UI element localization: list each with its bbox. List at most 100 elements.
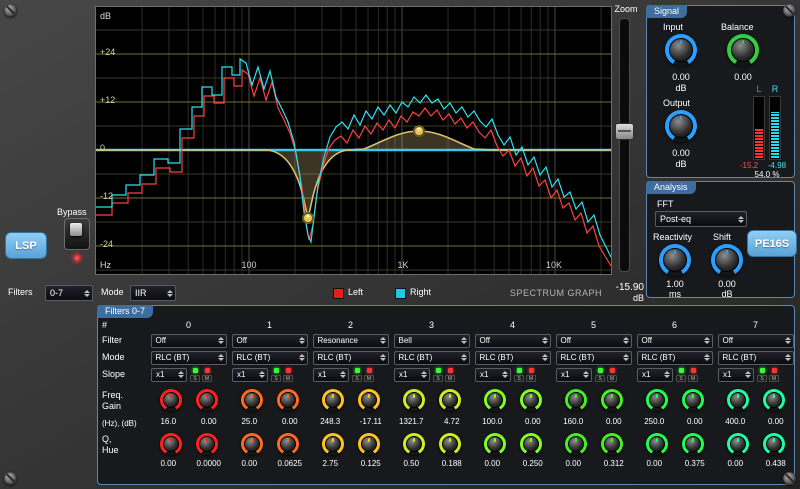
solo-button[interactable]: S xyxy=(676,375,686,382)
hue-knob[interactable] xyxy=(196,433,218,455)
solo-button[interactable]: S xyxy=(190,375,200,382)
hue-knob[interactable] xyxy=(682,433,704,455)
filter-number: 4 xyxy=(472,319,553,332)
hue-knob[interactable] xyxy=(439,433,461,455)
mute-button[interactable]: M xyxy=(364,375,374,382)
q-knob[interactable] xyxy=(727,433,749,455)
chevron-updown-icon xyxy=(218,354,224,361)
filter-type-select[interactable]: Off xyxy=(151,334,227,348)
filter-mode-select[interactable]: RLC (BT) xyxy=(313,351,389,365)
filter-type-select[interactable]: Resonance xyxy=(313,334,389,348)
filters-range-select[interactable]: 0-7 xyxy=(45,285,93,301)
zoom-slider-handle[interactable] xyxy=(615,123,634,140)
mute-button[interactable]: M xyxy=(607,375,617,382)
filter-type-select[interactable]: Off xyxy=(556,334,632,348)
q-knob[interactable] xyxy=(646,433,668,455)
filter-mode-select[interactable]: RLC (BT) xyxy=(556,351,632,365)
gain-knob[interactable] xyxy=(682,389,704,411)
gain-knob[interactable] xyxy=(196,389,218,411)
freq-knob[interactable] xyxy=(403,389,425,411)
chevron-updown-icon xyxy=(421,371,427,378)
hue-knob[interactable] xyxy=(277,433,299,455)
input-label: Input xyxy=(663,22,683,32)
mute-button[interactable]: M xyxy=(283,375,293,382)
fft-mode-select[interactable]: Post-eq xyxy=(655,211,747,227)
solo-button[interactable]: S xyxy=(271,375,281,382)
freq-knob[interactable] xyxy=(565,389,587,411)
slope-select[interactable]: x1 xyxy=(718,368,754,382)
shift-knob[interactable] xyxy=(711,244,743,276)
input-knob[interactable] xyxy=(665,34,697,66)
q-knob[interactable] xyxy=(484,433,506,455)
filter-type-select[interactable]: Bell xyxy=(394,334,470,348)
mute-button[interactable]: M xyxy=(445,375,455,382)
spectrum-graph[interactable]: dB +24 +12 0 -12 -24 Hz 100 1K 10K xyxy=(95,6,612,275)
filter-type-select[interactable]: Off xyxy=(232,334,308,348)
reactivity-knob[interactable] xyxy=(659,244,691,276)
gain-knob[interactable] xyxy=(277,389,299,411)
mute-button[interactable]: M xyxy=(769,375,779,382)
gain-knob[interactable] xyxy=(439,389,461,411)
slope-select[interactable]: x1 xyxy=(475,368,511,382)
filter-type-select[interactable]: Off xyxy=(718,334,794,348)
q-value: 0.00 xyxy=(472,459,513,471)
hue-knob[interactable] xyxy=(520,433,542,455)
filter-mode-select[interactable]: RLC (BT) xyxy=(394,351,470,365)
filter-mode-select[interactable]: RLC (BT) xyxy=(475,351,551,365)
filter-mode-select[interactable]: RLC (BT) xyxy=(232,351,308,365)
q-knob[interactable] xyxy=(322,433,344,455)
freq-knob[interactable] xyxy=(241,389,263,411)
q-knob[interactable] xyxy=(160,433,182,455)
eq-mode-select[interactable]: IIR xyxy=(130,285,176,301)
mute-button[interactable]: M xyxy=(688,375,698,382)
slope-select[interactable]: x1 xyxy=(313,368,349,382)
slope-select[interactable]: x1 xyxy=(151,368,187,382)
filter-mode-select[interactable]: RLC (BT) xyxy=(151,351,227,365)
output-knob[interactable] xyxy=(665,110,697,142)
mute-button[interactable]: M xyxy=(202,375,212,382)
freq-knob[interactable] xyxy=(484,389,506,411)
gain-knob[interactable] xyxy=(601,389,623,411)
lsp-logo[interactable]: LSP xyxy=(5,232,47,259)
mute-button[interactable]: M xyxy=(526,375,536,382)
output-unit: dB xyxy=(657,159,705,169)
freq-knob[interactable] xyxy=(322,389,344,411)
hue-knob[interactable] xyxy=(358,433,380,455)
gain-knob[interactable] xyxy=(520,389,542,411)
gain-knob[interactable] xyxy=(763,389,785,411)
slope-select[interactable]: x1 xyxy=(394,368,430,382)
balance-knob[interactable] xyxy=(727,34,759,66)
q-knob[interactable] xyxy=(241,433,263,455)
y-tick: -24 xyxy=(100,239,126,249)
solo-button[interactable]: S xyxy=(352,375,362,382)
slope-select[interactable]: x1 xyxy=(556,368,592,382)
slope-select[interactable]: x1 xyxy=(637,368,673,382)
solo-button[interactable]: S xyxy=(514,375,524,382)
filter-mode-select[interactable]: RLC (BT) xyxy=(718,351,794,365)
meter-left-label: L xyxy=(753,84,765,94)
solo-button[interactable]: S xyxy=(433,375,443,382)
filter-handle-dot[interactable] xyxy=(303,213,313,223)
filter-handle-highlight xyxy=(418,128,421,131)
hue-knob[interactable] xyxy=(763,433,785,455)
filter-enabled-led xyxy=(436,368,441,373)
q-knob[interactable] xyxy=(403,433,425,455)
filter-type-select[interactable]: Off xyxy=(637,334,713,348)
hue-knob[interactable] xyxy=(601,433,623,455)
spectrum-plot[interactable] xyxy=(96,7,611,274)
bypass-switch[interactable] xyxy=(64,218,90,250)
hue-value: 0.0000 xyxy=(189,459,230,471)
zoom-slider[interactable] xyxy=(619,18,630,272)
freq-knob[interactable] xyxy=(727,389,749,411)
q-knob[interactable] xyxy=(565,433,587,455)
solo-button[interactable]: S xyxy=(757,375,767,382)
filter-mode-select[interactable]: RLC (BT) xyxy=(637,351,713,365)
analysis-panel-title: Analysis xyxy=(646,181,696,194)
slope-select[interactable]: x1 xyxy=(232,368,268,382)
freq-knob[interactable] xyxy=(160,389,182,411)
filter-type-select[interactable]: Off xyxy=(475,334,551,348)
freq-knob[interactable] xyxy=(646,389,668,411)
solo-button[interactable]: S xyxy=(595,375,605,382)
gain-knob[interactable] xyxy=(358,389,380,411)
filter-handle-dot[interactable] xyxy=(414,126,424,136)
